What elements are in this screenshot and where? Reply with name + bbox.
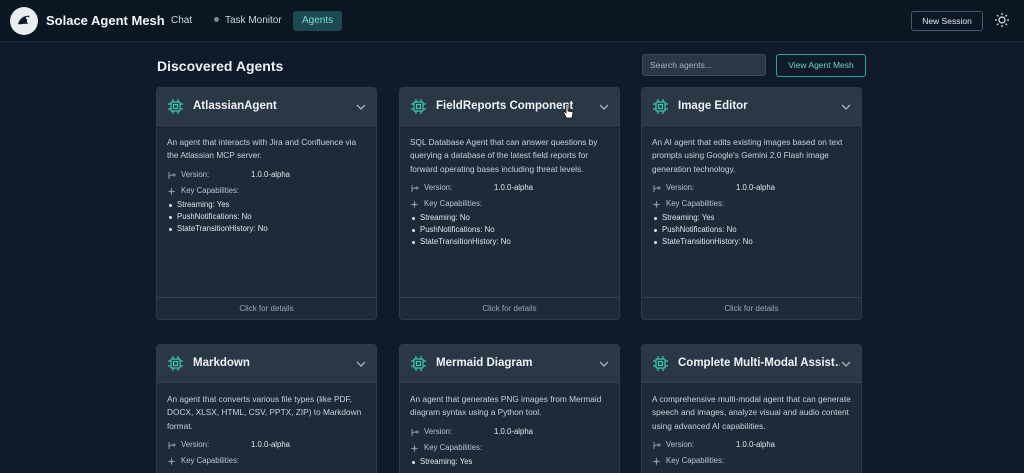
sparkle-icon	[167, 186, 176, 196]
capability-item: StateTransitionHistory: No	[652, 236, 851, 248]
agent-card[interactable]: Mermaid Diagram An agent that generates …	[399, 344, 620, 473]
agent-card[interactable]: Complete Multi-Modal Assist… A comprehen…	[641, 344, 862, 473]
chip-icon	[411, 99, 426, 114]
agent-description: An agent that converts various file type…	[167, 394, 362, 431]
agent-name: Complete Multi-Modal Assist…	[678, 357, 840, 369]
chip-icon	[653, 356, 668, 371]
sparkle-icon	[652, 457, 661, 467]
view-agent-mesh-button[interactable]: View Agent Mesh	[776, 54, 866, 77]
agent-description: An agent that generates PNG images from …	[410, 394, 602, 418]
sparkle-icon	[410, 443, 419, 453]
version-value: 1.0.0-alpha	[736, 440, 776, 450]
chip-icon	[653, 99, 668, 114]
version-label: Version:	[181, 440, 210, 450]
agent-name: Image Editor	[678, 100, 748, 112]
capability-item: Streaming: Yes	[410, 456, 609, 468]
click-for-details[interactable]: Click for details	[157, 297, 376, 319]
branch-icon	[653, 185, 661, 193]
chip-icon	[168, 356, 183, 371]
version-value: 1.0.0-alpha	[494, 183, 534, 193]
agent-card[interactable]: Image Editor An AI agent that edits exis…	[641, 87, 862, 320]
version-value: 1.0.0-alpha	[736, 183, 776, 193]
new-session-button[interactable]: New Session	[911, 11, 983, 31]
agent-name: FieldReports Component	[436, 100, 574, 112]
chip-icon	[168, 99, 183, 114]
status-dot-icon	[214, 16, 219, 22]
version-value: 1.0.0-alpha	[251, 440, 291, 450]
agent-card[interactable]: Markdown An agent that converts various …	[156, 344, 377, 473]
nav-agents[interactable]: Agents	[293, 11, 343, 31]
capability-item: PushNotifications: No	[167, 211, 366, 223]
sparkle-icon	[410, 200, 419, 210]
sun-icon[interactable]	[994, 12, 1010, 28]
version-label: Version:	[424, 426, 453, 436]
chevron-down-icon[interactable]	[356, 103, 366, 111]
agent-card[interactable]: AtlassianAgent An agent that interacts w…	[156, 87, 377, 320]
version-label: Version:	[424, 183, 453, 193]
click-for-details[interactable]: Click for details	[642, 297, 861, 319]
chevron-down-icon[interactable]	[841, 360, 851, 368]
agent-description: An AI agent that edits existing images b…	[652, 137, 843, 174]
agent-card-header[interactable]: AtlassianAgent	[157, 88, 376, 126]
capability-item: Streaming: Yes	[167, 199, 366, 211]
chevron-down-icon[interactable]	[356, 360, 366, 368]
version-label: Version:	[666, 440, 695, 450]
chip-icon	[411, 356, 426, 371]
capabilities-label: Key Capabilities:	[424, 442, 483, 452]
capabilities-label: Key Capabilities:	[666, 199, 725, 209]
agent-name: Markdown	[193, 357, 250, 369]
capability-item: StateTransitionHistory: No	[410, 236, 609, 248]
capability-item: Streaming: Yes	[652, 212, 851, 224]
capabilities-label: Key Capabilities:	[181, 185, 240, 195]
capabilities-label: Key Capabilities:	[666, 456, 725, 466]
agent-card[interactable]: FieldReports Component SQL Database Agen…	[399, 87, 620, 320]
capability-item: PushNotifications: No	[410, 224, 609, 236]
agent-description: A comprehensive multi-modal agent that c…	[652, 394, 851, 431]
nav-task-monitor-label: Task Monitor	[225, 15, 282, 26]
branch-icon	[411, 185, 419, 193]
capabilities-list: Streaming: No PushNotifications: No Stat…	[410, 212, 609, 248]
capability-item: StateTransitionHistory: No	[167, 223, 366, 235]
branch-icon	[168, 171, 176, 179]
agent-card-header[interactable]: FieldReports Component	[400, 88, 619, 126]
capabilities-list: Streaming: Yes	[410, 456, 609, 468]
agent-card-header[interactable]: Complete Multi-Modal Assist…	[642, 345, 861, 383]
version-value: 1.0.0-alpha	[494, 426, 534, 436]
capabilities-list: Streaming: Yes PushNotifications: No Sta…	[167, 199, 366, 235]
nav-chat[interactable]: Chat	[162, 11, 201, 31]
branch-icon	[411, 428, 419, 436]
chevron-down-icon[interactable]	[599, 360, 609, 368]
capability-item: Streaming: No	[410, 212, 609, 224]
agent-name: AtlassianAgent	[193, 100, 277, 112]
search-input[interactable]	[642, 54, 766, 76]
version-label: Version:	[666, 183, 695, 193]
capabilities-label: Key Capabilities:	[424, 199, 483, 209]
pointer-cursor-icon	[562, 104, 574, 119]
branch-icon	[168, 442, 176, 450]
sparkle-icon	[652, 200, 661, 210]
chevron-down-icon[interactable]	[841, 103, 851, 111]
click-for-details[interactable]: Click for details	[400, 297, 619, 319]
agent-card-header[interactable]: Image Editor	[642, 88, 861, 126]
agent-description: An agent that interacts with Jira and Co…	[167, 137, 357, 161]
sparkle-icon	[167, 457, 176, 467]
capabilities-label: Key Capabilities:	[181, 456, 240, 466]
version-value: 1.0.0-alpha	[251, 169, 291, 179]
capabilities-list: Streaming: Yes PushNotifications: No Sta…	[652, 212, 851, 248]
app-title: Solace Agent Mesh	[46, 13, 165, 28]
page-title: Discovered Agents	[157, 58, 284, 74]
agent-card-header[interactable]: Mermaid Diagram	[400, 345, 619, 383]
agent-name: Mermaid Diagram	[436, 357, 533, 369]
capability-item: PushNotifications: No	[652, 224, 851, 236]
nav-task-monitor[interactable]: Task Monitor	[205, 11, 291, 31]
version-label: Version:	[181, 169, 210, 179]
agent-card-header[interactable]: Markdown	[157, 345, 376, 383]
chevron-down-icon[interactable]	[599, 103, 609, 111]
solace-logo-icon[interactable]	[10, 7, 38, 35]
agent-description: SQL Database Agent that can answer quest…	[410, 137, 598, 174]
top-bar: Solace Agent Mesh Chat Task Monitor Agen…	[0, 0, 1024, 42]
branch-icon	[653, 442, 661, 450]
